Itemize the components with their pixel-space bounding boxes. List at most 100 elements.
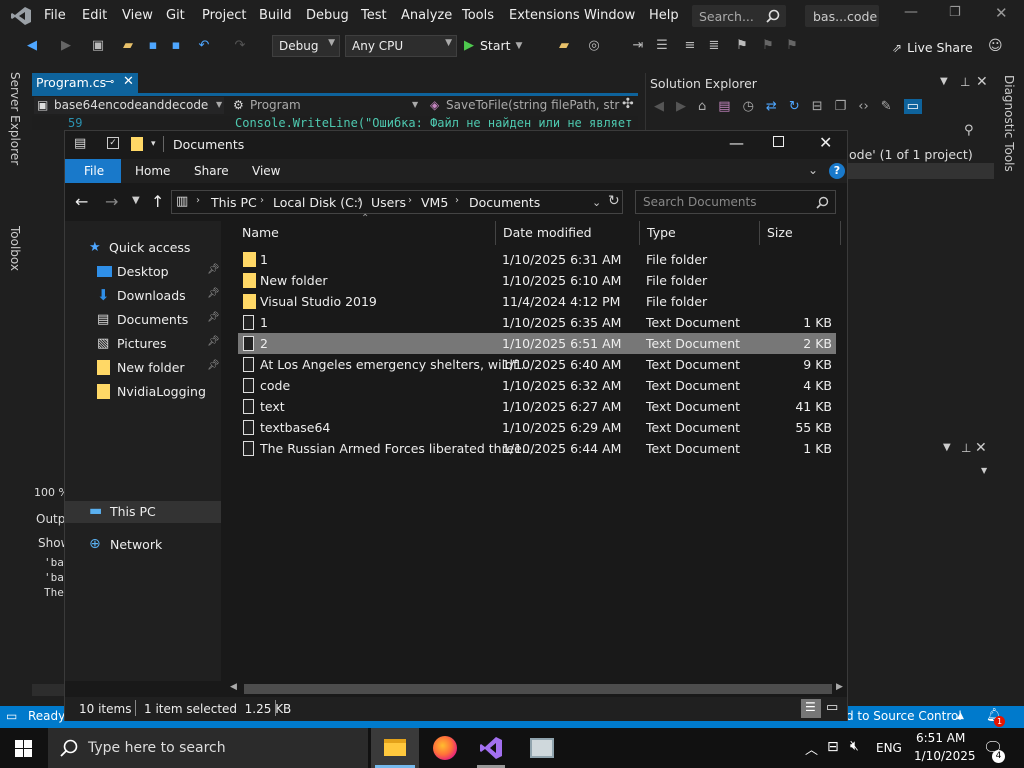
- chevron-up-icon[interactable]: ︿: [805, 739, 818, 758]
- explorer-search-box[interactable]: Search Documents: [635, 190, 836, 214]
- close-icon[interactable]: ✕: [976, 74, 988, 90]
- collapse-icon[interactable]: ⊟: [812, 99, 823, 114]
- class-dropdown[interactable]: ⚙ Program ▼: [230, 97, 420, 114]
- file-row[interactable]: text 1/10/2025 6:27 AM Text Document 41 KB: [238, 396, 836, 417]
- open-folder-icon[interactable]: ▰: [120, 38, 136, 54]
- back-icon[interactable]: ◀: [24, 38, 40, 54]
- file-row[interactable]: 1 1/10/2025 6:35 AM Text Document 1 KB: [238, 312, 836, 333]
- start-button[interactable]: ▶ Start ▼: [464, 38, 522, 53]
- nav-quick-access[interactable]: ★ Quick access: [89, 237, 190, 257]
- horizontal-scrollbar[interactable]: ◀ ▶: [226, 682, 846, 696]
- network-tray-icon[interactable]: ⊟: [827, 739, 839, 755]
- scroll-left-icon[interactable]: ◀: [230, 682, 237, 692]
- platform-select[interactable]: Any CPU ▼: [345, 35, 457, 57]
- save-all-icon[interactable]: ▪: [168, 38, 184, 54]
- column-divider[interactable]: [495, 221, 496, 245]
- expand-ribbon-icon[interactable]: ⌄: [808, 163, 818, 177]
- toolbox-tab[interactable]: Toolbox: [8, 226, 22, 271]
- step-icon[interactable]: ⇥: [630, 38, 646, 54]
- menu-window[interactable]: Window: [584, 8, 635, 23]
- tab-program-cs[interactable]: Program.cs ⊸ ✕: [32, 73, 138, 93]
- bookmark-prev-icon[interactable]: ⚑: [760, 38, 776, 54]
- windows-start-icon[interactable]: [15, 740, 32, 757]
- details-view-button[interactable]: ☰: [801, 699, 821, 718]
- file-row[interactable]: 2 1/10/2025 6:51 AM Text Document 2 KB: [238, 333, 836, 354]
- menu-help[interactable]: Help: [649, 8, 679, 23]
- column-header-type[interactable]: Type: [647, 225, 676, 240]
- file-row[interactable]: New folder 1/10/2025 6:10 AM File folder: [238, 270, 836, 291]
- menu-build[interactable]: Build: [259, 8, 292, 23]
- scroll-right-icon[interactable]: ▶: [836, 682, 843, 692]
- pin-icon[interactable]: 📌︎: [207, 336, 220, 347]
- forward-icon[interactable]: ▶: [58, 38, 74, 54]
- menu-tools[interactable]: Tools: [462, 8, 494, 23]
- configuration-select[interactable]: Debug ▼: [272, 35, 340, 57]
- clock-time[interactable]: 6:51 AM: [916, 731, 965, 745]
- new-project-icon[interactable]: ▣: [90, 38, 106, 54]
- menu-test[interactable]: Test: [361, 8, 387, 23]
- pin-icon[interactable]: 📌︎: [207, 288, 220, 299]
- save-icon[interactable]: ▪: [145, 38, 161, 54]
- file-row[interactable]: textbase64 1/10/2025 6:29 AM Text Document…: [238, 417, 836, 438]
- file-row[interactable]: code 1/10/2025 6:32 AM Text Document 4 KB: [238, 375, 836, 396]
- target-icon[interactable]: ◎: [586, 38, 602, 54]
- menu-view[interactable]: View: [122, 8, 153, 23]
- chevron-down-icon[interactable]: ▼: [940, 76, 948, 87]
- vs-maximize-button[interactable]: ❐: [949, 5, 961, 20]
- feedback-icon[interactable]: ☺: [988, 38, 1003, 54]
- address-dropdown-icon[interactable]: ⌄: [592, 196, 601, 209]
- breadcrumb-users[interactable]: Users: [371, 195, 406, 210]
- diagnostic-tools-tab[interactable]: Diagnostic Tools: [1002, 75, 1016, 172]
- column-divider[interactable]: [759, 221, 760, 245]
- bookmark-next-icon[interactable]: ⚑: [784, 38, 800, 54]
- switch-views-icon[interactable]: ▤: [718, 99, 730, 114]
- refresh-icon[interactable]: ↻: [608, 193, 620, 209]
- column-divider[interactable]: [840, 221, 841, 245]
- forward-arrow-icon[interactable]: →: [105, 192, 118, 211]
- close-icon[interactable]: ✕: [975, 440, 987, 456]
- format-icon[interactable]: ☰: [654, 38, 670, 54]
- server-explorer-tab[interactable]: Server Explorer: [8, 72, 22, 165]
- recent-locations-icon[interactable]: ▼: [132, 195, 140, 206]
- sync-icon[interactable]: ⇄: [766, 99, 777, 114]
- up-arrow-icon[interactable]: ↑: [151, 192, 164, 211]
- column-header-name[interactable]: Name: [242, 225, 279, 240]
- refresh-icon[interactable]: ↻: [789, 99, 800, 114]
- ribbon-tab-share[interactable]: Share: [194, 164, 229, 178]
- comment-icon[interactable]: ≣: [706, 38, 722, 54]
- pin-icon[interactable]: ⊥: [961, 441, 971, 455]
- back-icon[interactable]: ◀: [654, 99, 664, 114]
- copy-icon[interactable]: ❐: [835, 99, 847, 114]
- folder-icon[interactable]: [131, 137, 143, 151]
- search-icon[interactable]: ⚲: [964, 123, 974, 138]
- file-row[interactable]: 1 1/10/2025 6:31 AM File folder: [238, 249, 836, 270]
- nav-documents[interactable]: ▤ Documents: [97, 309, 188, 329]
- scrollbar-thumb[interactable]: [244, 684, 832, 694]
- nav-downloads[interactable]: ⬇ Downloads: [97, 285, 186, 305]
- app-window-icon[interactable]: [530, 738, 554, 758]
- column-header-date[interactable]: Date modified: [503, 225, 592, 240]
- ribbon-tab-view[interactable]: View: [252, 164, 280, 178]
- properties-icon[interactable]: ✎: [881, 99, 892, 114]
- indent-icon[interactable]: ≡: [682, 38, 698, 54]
- chevron-down-icon[interactable]: ▼: [943, 442, 951, 453]
- nav-this-pc[interactable]: ▬ This PC: [65, 501, 221, 523]
- explorer-maximize-button[interactable]: [773, 136, 784, 147]
- close-icon[interactable]: ✕: [123, 74, 134, 89]
- forward-icon[interactable]: ▶: [676, 99, 686, 114]
- add-to-source-control[interactable]: d to Source Control: [846, 709, 962, 723]
- redo-icon[interactable]: ↷: [232, 38, 248, 54]
- firefox-icon[interactable]: [433, 736, 457, 760]
- pin-icon[interactable]: 📌︎: [207, 264, 220, 275]
- explorer-close-button[interactable]: ✕: [819, 133, 832, 152]
- menu-project[interactable]: Project: [202, 8, 246, 23]
- project-dropdown[interactable]: ▣ base64encodeanddecode ▼: [34, 97, 224, 114]
- nav-network[interactable]: ⊕ Network: [89, 534, 162, 554]
- pin-icon[interactable]: 📌︎: [207, 360, 220, 371]
- menu-debug[interactable]: Debug: [306, 8, 349, 23]
- preview-icon[interactable]: ▭: [903, 99, 922, 114]
- address-bar[interactable]: ▥ › This PC › Local Disk (C:) › Users › …: [171, 190, 623, 214]
- column-divider[interactable]: [639, 221, 640, 245]
- taskbar-visual-studio[interactable]: [467, 728, 515, 768]
- taskbar-file-explorer[interactable]: [371, 728, 419, 768]
